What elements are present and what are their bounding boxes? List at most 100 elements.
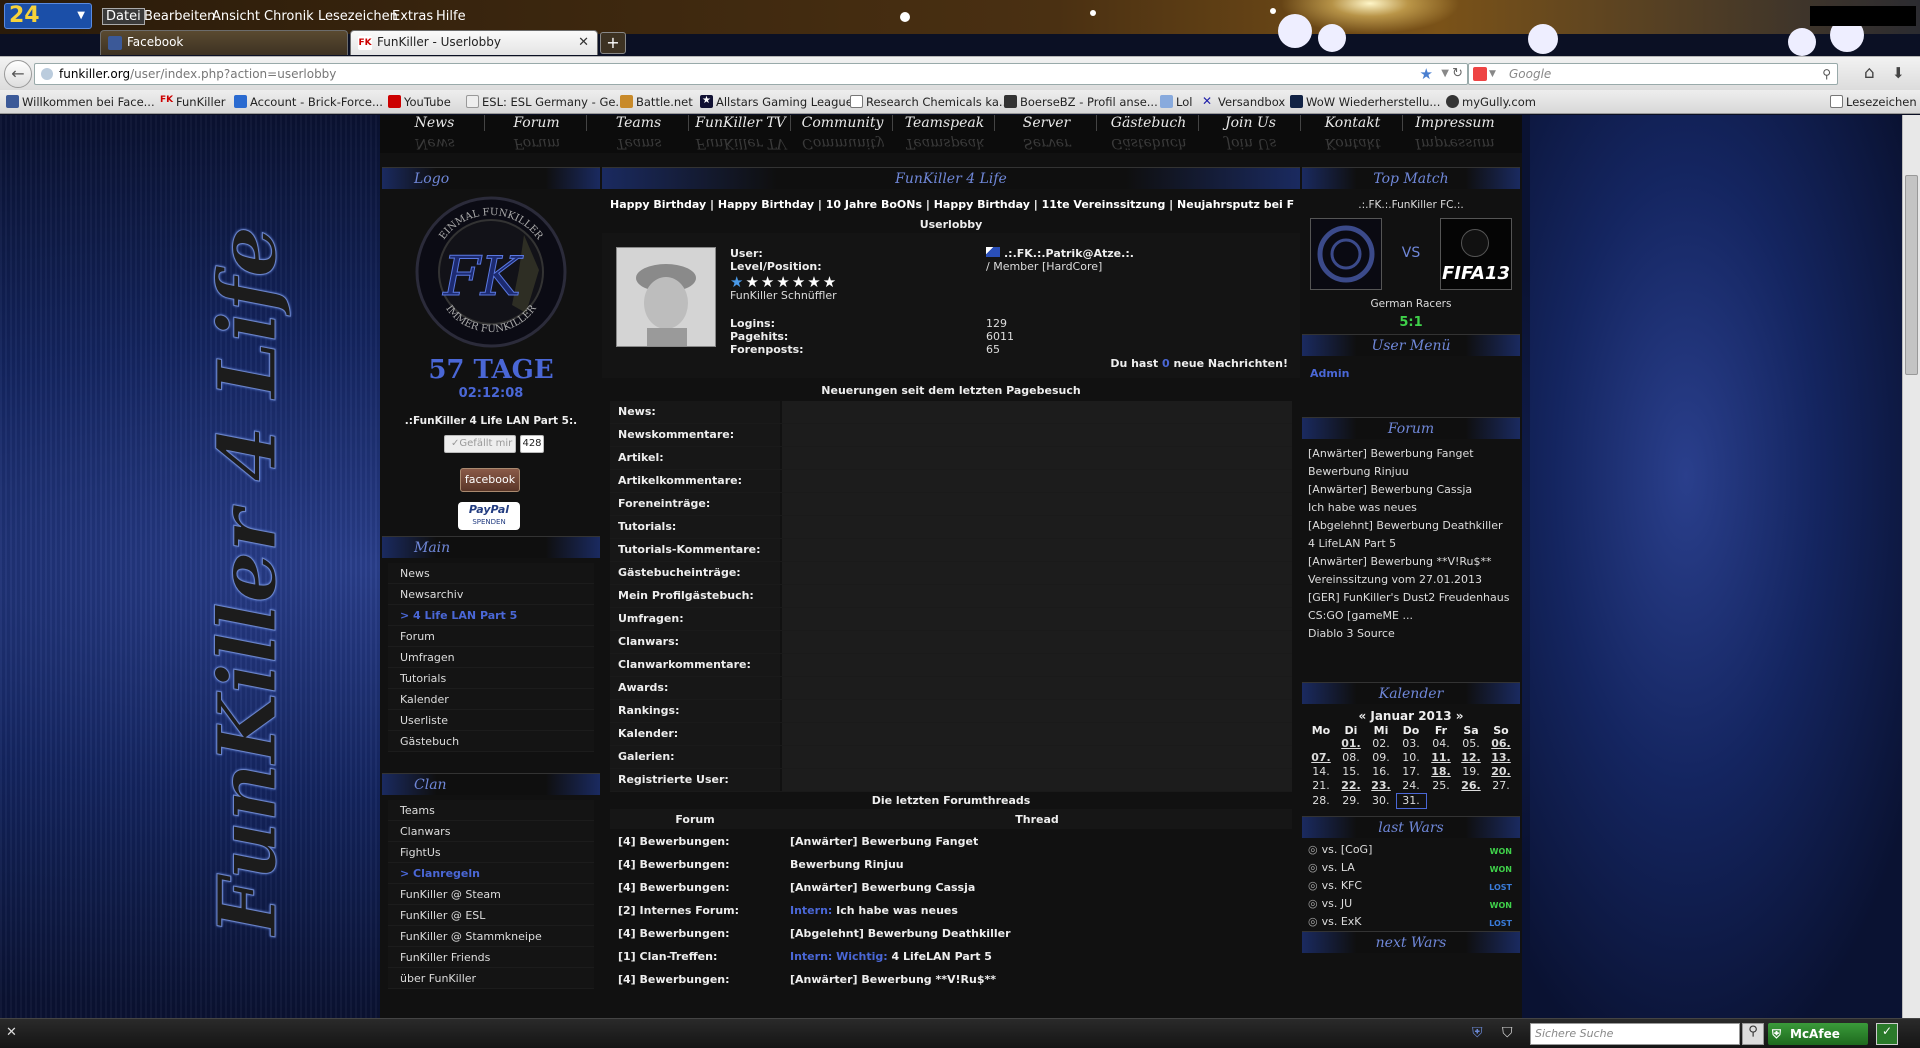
calendar-day[interactable]: 18. bbox=[1426, 765, 1456, 779]
forum-list-item[interactable]: [Anwärter] Bewerbung **V!Ru$** bbox=[1308, 553, 1518, 571]
menu-bearbeiten[interactable]: Bearbeiten bbox=[144, 9, 215, 24]
main-menu-item[interactable]: Umfragen bbox=[388, 647, 594, 668]
search-icon[interactable]: ⚲ bbox=[1742, 1023, 1764, 1045]
calendar-day[interactable]: 23. bbox=[1366, 779, 1396, 794]
thread-title[interactable]: Intern: Wichtig: 4 LifeLAN Part 5 bbox=[782, 946, 1292, 968]
menu-hilfe[interactable]: Hilfe bbox=[436, 9, 466, 24]
messages-notice[interactable]: Du hast 0 neue Nachrichten! bbox=[1110, 357, 1288, 370]
tab-funkiller-userlobby[interactable]: FK FunKiller - Userlobby ✕ bbox=[350, 30, 598, 55]
clan-menu-item[interactable]: FightUs bbox=[388, 842, 594, 863]
last-war-item[interactable]: ◎ vs. ExK LOST bbox=[1308, 913, 1516, 931]
facebook-button[interactable]: facebook bbox=[460, 468, 520, 492]
main-menu-item[interactable]: Kalender bbox=[388, 689, 594, 710]
clan-menu-item[interactable]: FunKiller @ Stammkneipe bbox=[388, 926, 594, 947]
main-menu-item[interactable]: Userliste bbox=[388, 710, 594, 731]
nav-funkiller-tv[interactable]: FunKiller TV bbox=[691, 115, 791, 131]
user-menu-admin[interactable]: Admin bbox=[1310, 367, 1349, 380]
forum-list-item[interactable]: Vereinssitzung vom 27.01.2013 bbox=[1308, 571, 1518, 589]
last-war-item[interactable]: ◎ vs. LA WON bbox=[1308, 859, 1516, 877]
tab-facebook[interactable]: Facebook bbox=[100, 30, 348, 55]
calendar-day[interactable]: 04. bbox=[1426, 737, 1456, 751]
clan-menu-item[interactable]: Teams bbox=[388, 800, 594, 821]
chevron-down-icon[interactable]: ▼ bbox=[1441, 64, 1449, 84]
calendar-day[interactable]: 07. bbox=[1306, 751, 1336, 765]
calendar-day[interactable]: 12. bbox=[1456, 751, 1486, 765]
browser-logo-button[interactable]: 24 ▼ bbox=[4, 3, 92, 29]
forum-list-item[interactable]: 4 LifeLAN Part 5 bbox=[1308, 535, 1518, 553]
forum-list-item[interactable]: [Anwärter] Bewerbung Cassja bbox=[1308, 481, 1518, 499]
bookmark-item[interactable]: ✕ Versandbox bbox=[1202, 95, 1285, 109]
calendar-day[interactable]: 24. bbox=[1396, 779, 1426, 794]
menu-extras[interactable]: Extras bbox=[392, 9, 433, 24]
mcafee-button[interactable]: ⛨ McAfee bbox=[1768, 1023, 1868, 1045]
calendar-day[interactable]: 21. bbox=[1306, 779, 1336, 794]
main-menu-item[interactable]: Gästebuch bbox=[388, 731, 594, 752]
bookmark-item[interactable]: WoW Wiederherstellu... bbox=[1290, 95, 1440, 109]
clan-menu-item[interactable]: über FunKiller bbox=[388, 968, 594, 989]
ticker-item[interactable]: Happy Birthday bbox=[610, 198, 706, 211]
calendar-day[interactable]: 11. bbox=[1426, 751, 1456, 765]
nav-news[interactable]: News bbox=[385, 115, 485, 131]
thread-forum[interactable]: [4] Bewerbungen: bbox=[610, 923, 780, 945]
safe-search-input[interactable]: Sichere Suche bbox=[1530, 1023, 1740, 1045]
calendar-day[interactable]: 25. bbox=[1426, 779, 1456, 794]
calendar-day[interactable]: 16. bbox=[1366, 765, 1396, 779]
calendar-day[interactable]: 13. bbox=[1486, 751, 1516, 765]
calendar-day[interactable]: 31. bbox=[1395, 793, 1427, 809]
forum-list-item[interactable]: Diablo 3 Source bbox=[1308, 625, 1518, 643]
like-button[interactable]: ✓Gefällt mir bbox=[444, 435, 516, 453]
calendar-day[interactable]: 06. bbox=[1486, 737, 1516, 751]
countdown-event[interactable]: .:FunKiller 4 Life LAN Part 5:. bbox=[382, 415, 600, 427]
calendar-day[interactable]: 17. bbox=[1396, 765, 1426, 779]
shield-icon[interactable]: ⛨ bbox=[1472, 1025, 1483, 1041]
game-logo[interactable]: FIFA13 bbox=[1440, 218, 1512, 290]
thread-forum[interactable]: [2] Internes Forum: bbox=[610, 900, 780, 922]
bookmark-item[interactable]: Research Chemicals ka... bbox=[850, 95, 1010, 109]
calendar-day[interactable]: 22. bbox=[1336, 779, 1366, 794]
calendar-day[interactable]: 14. bbox=[1306, 765, 1336, 779]
clan-menu-item[interactable]: FunKiller @ Steam bbox=[388, 884, 594, 905]
bookmark-item[interactable]: ★ Allstars Gaming League bbox=[700, 95, 853, 109]
menu-lesezeichen[interactable]: Lesezeichen bbox=[318, 9, 398, 24]
nav-join-us[interactable]: Join Us bbox=[1201, 115, 1301, 131]
calendar-day[interactable]: 03. bbox=[1396, 737, 1426, 751]
thread-title[interactable]: Bewerbung Rinjuu bbox=[782, 854, 1292, 876]
last-war-item[interactable]: ◎ vs. JU WON bbox=[1308, 895, 1516, 913]
main-menu-item[interactable]: News bbox=[388, 563, 594, 584]
forum-list-item[interactable]: Bewerbung Rinjuu bbox=[1308, 463, 1518, 481]
calendar-day[interactable]: 05. bbox=[1456, 737, 1486, 751]
reload-icon[interactable]: ↻ bbox=[1452, 64, 1463, 84]
window-controls[interactable] bbox=[1810, 6, 1916, 26]
user-value[interactable]: .:.FK.:.Patrik@Atze.:. bbox=[1004, 247, 1134, 260]
star-icon[interactable]: ★ bbox=[1420, 64, 1433, 84]
bookmark-item[interactable]: ESL: ESL Germany - Ge... bbox=[466, 95, 626, 109]
calendar-day[interactable]: 30. bbox=[1366, 794, 1396, 809]
calendar-day[interactable]: 09. bbox=[1366, 751, 1396, 765]
avatar[interactable] bbox=[616, 247, 716, 347]
calendar-day[interactable]: 27. bbox=[1486, 779, 1516, 794]
nav-teams[interactable]: Teams bbox=[589, 115, 689, 131]
bookmark-item[interactable]: Account - Brick-Force... bbox=[234, 95, 383, 109]
menu-chronik[interactable]: Chronik bbox=[264, 9, 314, 24]
nav-kontakt[interactable]: Kontakt bbox=[1303, 115, 1403, 131]
thread-title[interactable]: [Anwärter] Bewerbung **V!Ru$** bbox=[782, 969, 1292, 991]
calendar-day[interactable]: 19. bbox=[1456, 765, 1486, 779]
calendar-day[interactable]: 28. bbox=[1306, 794, 1336, 809]
nav-server[interactable]: Server bbox=[997, 115, 1097, 131]
calendar-day[interactable]: 02. bbox=[1366, 737, 1396, 751]
clan-menu-item[interactable]: Clanwars bbox=[388, 821, 594, 842]
bookmarks-menu-button[interactable]: Lesezeichen bbox=[1830, 95, 1917, 109]
bookmark-item[interactable]: myGully.com bbox=[1446, 95, 1536, 109]
calendar-day[interactable]: 15. bbox=[1336, 765, 1366, 779]
thread-forum[interactable]: [1] Clan-Treffen: bbox=[610, 946, 780, 968]
search-input[interactable]: ▼ Google ⚲ bbox=[1468, 63, 1838, 85]
thread-title[interactable]: [Anwärter] Bewerbung Cassja bbox=[782, 877, 1292, 899]
main-menu-item[interactable]: Newsarchiv bbox=[388, 584, 594, 605]
bookmark-item[interactable]: Battle.net bbox=[620, 95, 693, 109]
home-icon[interactable]: ⌂ bbox=[1864, 63, 1875, 83]
nav-community[interactable]: Community bbox=[793, 115, 893, 131]
back-button[interactable]: ← bbox=[4, 60, 32, 88]
ticker-item[interactable]: 11te Vereinssitzung bbox=[1042, 198, 1166, 211]
last-war-item[interactable]: ◎ vs. KFC LOST bbox=[1308, 877, 1516, 895]
ticker-item[interactable]: Happy Birthday bbox=[934, 198, 1030, 211]
